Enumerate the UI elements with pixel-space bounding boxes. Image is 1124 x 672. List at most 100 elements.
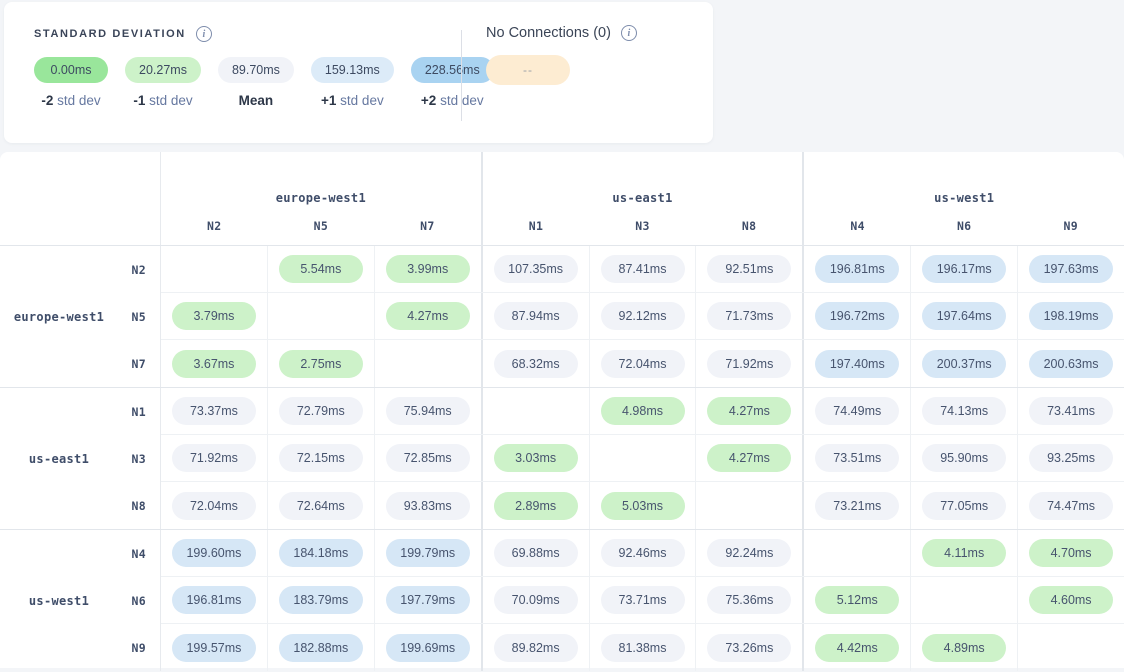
latency-chip[interactable]: 89.82ms	[494, 634, 578, 662]
latency-chip[interactable]: 198.19ms	[1029, 302, 1113, 330]
latency-chip[interactable]: 73.21ms	[815, 492, 899, 520]
latency-chip[interactable]: 75.36ms	[707, 586, 791, 614]
latency-chip[interactable]: 5.54ms	[279, 255, 363, 283]
latency-chip[interactable]: 4.27ms	[707, 397, 791, 425]
latency-chip[interactable]: 182.88ms	[279, 634, 363, 662]
latency-chip[interactable]: 4.70ms	[1029, 539, 1113, 567]
latency-chip[interactable]: 200.37ms	[922, 350, 1006, 378]
latency-chip[interactable]: 71.92ms	[172, 444, 256, 472]
latency-cell: 73.71ms	[590, 577, 697, 623]
column-node-label: N3	[589, 219, 696, 233]
row-group-europe-west1: europe-west1N25.54ms3.99ms107.35ms87.41m…	[0, 246, 1124, 388]
latency-chip[interactable]: 92.51ms	[707, 255, 791, 283]
latency-chip[interactable]: 81.38ms	[601, 634, 685, 662]
latency-chip[interactable]: 3.03ms	[494, 444, 578, 472]
latency-chip[interactable]: 93.83ms	[386, 492, 470, 520]
latency-chip[interactable]: 73.71ms	[601, 586, 685, 614]
row-region-label: us-west1	[0, 530, 118, 671]
column-node-label: N5	[268, 219, 375, 233]
info-icon[interactable]: i	[621, 25, 637, 41]
latency-chip[interactable]: 87.94ms	[494, 302, 578, 330]
latency-chip[interactable]: 72.79ms	[279, 397, 363, 425]
legend-chips: 0.00ms -2 std dev 20.27ms -1 std dev 89.…	[34, 57, 461, 108]
latency-chip[interactable]: 73.26ms	[707, 634, 791, 662]
latency-chip[interactable]: 71.92ms	[707, 350, 791, 378]
latency-chip[interactable]: 92.12ms	[601, 302, 685, 330]
latency-chip[interactable]: 74.49ms	[815, 397, 899, 425]
latency-cell: 87.94ms	[483, 293, 590, 339]
latency-cell: 2.75ms	[268, 340, 375, 387]
latency-chip[interactable]: 2.75ms	[279, 350, 363, 378]
latency-chip[interactable]: 197.40ms	[815, 350, 899, 378]
latency-chip[interactable]: 72.15ms	[279, 444, 363, 472]
legend-label: -1 std dev	[133, 93, 192, 108]
latency-chip[interactable]: 70.09ms	[494, 586, 578, 614]
latency-chip[interactable]: 92.24ms	[707, 539, 791, 567]
latency-chip[interactable]: 4.11ms	[922, 539, 1006, 567]
latency-chip[interactable]: 3.79ms	[172, 302, 256, 330]
latency-chip[interactable]: 74.13ms	[922, 397, 1006, 425]
latency-chip[interactable]: 5.12ms	[815, 586, 899, 614]
latency-chip[interactable]: 4.60ms	[1029, 586, 1113, 614]
legend-chip: 20.27ms	[125, 57, 201, 83]
latency-chip[interactable]: 73.51ms	[815, 444, 899, 472]
latency-chip[interactable]: 69.88ms	[494, 539, 578, 567]
latency-chip[interactable]: 197.79ms	[386, 586, 470, 614]
latency-cell: 92.12ms	[590, 293, 697, 339]
latency-chip[interactable]: 4.98ms	[601, 397, 685, 425]
latency-chip[interactable]: 4.27ms	[707, 444, 791, 472]
latency-chip[interactable]: 196.81ms	[172, 586, 256, 614]
latency-chip[interactable]: 199.79ms	[386, 539, 470, 567]
info-icon[interactable]: i	[196, 26, 212, 42]
latency-chip[interactable]: 107.35ms	[494, 255, 578, 283]
legend-label: -2 std dev	[41, 93, 100, 108]
latency-cell: 4.98ms	[590, 388, 697, 434]
column-region-label: europe-west1	[161, 191, 481, 205]
latency-chip[interactable]: 4.27ms	[386, 302, 470, 330]
latency-chip[interactable]: 73.37ms	[172, 397, 256, 425]
latency-chip[interactable]: 199.57ms	[172, 634, 256, 662]
latency-chip[interactable]: 196.81ms	[815, 255, 899, 283]
matrix-row-N8: N872.04ms72.64ms93.83ms2.89ms5.03ms73.21…	[0, 482, 1124, 529]
latency-cell: 196.81ms	[161, 577, 268, 623]
latency-chip[interactable]: 72.64ms	[279, 492, 363, 520]
latency-chip[interactable]: 74.47ms	[1029, 492, 1113, 520]
latency-chip[interactable]: 200.63ms	[1029, 350, 1113, 378]
latency-chip[interactable]: 197.64ms	[922, 302, 1006, 330]
latency-chip[interactable]: 4.89ms	[922, 634, 1006, 662]
latency-chip[interactable]: 3.99ms	[386, 255, 470, 283]
latency-matrix: europe-west1N2N5N7us-east1N1N3N8us-west1…	[0, 152, 1124, 668]
matrix-row-N3: N371.92ms72.15ms72.85ms3.03ms4.27ms73.51…	[0, 435, 1124, 482]
latency-cell: 183.79ms	[268, 577, 375, 623]
latency-chip[interactable]: 75.94ms	[386, 397, 470, 425]
latency-chip[interactable]: 4.42ms	[815, 634, 899, 662]
latency-chip[interactable]: 93.25ms	[1029, 444, 1113, 472]
column-node-label: N4	[804, 219, 911, 233]
column-node-label: N6	[911, 219, 1018, 233]
latency-chip[interactable]: 184.18ms	[279, 539, 363, 567]
latency-chip[interactable]: 72.04ms	[601, 350, 685, 378]
latency-chip[interactable]: 71.73ms	[707, 302, 791, 330]
latency-chip[interactable]: 87.41ms	[601, 255, 685, 283]
latency-chip[interactable]: 95.90ms	[922, 444, 1006, 472]
latency-chip[interactable]: 77.05ms	[922, 492, 1006, 520]
legend-label: +1 std dev	[321, 93, 384, 108]
latency-chip[interactable]: 68.32ms	[494, 350, 578, 378]
latency-chip[interactable]: 2.89ms	[494, 492, 578, 520]
latency-cell: 87.41ms	[590, 246, 697, 292]
column-node-label: N2	[161, 219, 268, 233]
latency-chip[interactable]: 3.67ms	[172, 350, 256, 378]
latency-chip[interactable]: 197.63ms	[1029, 255, 1113, 283]
latency-chip[interactable]: 199.60ms	[172, 539, 256, 567]
latency-chip[interactable]: 199.69ms	[386, 634, 470, 662]
latency-cell: 72.15ms	[268, 435, 375, 481]
latency-chip[interactable]: 196.17ms	[922, 255, 1006, 283]
latency-chip[interactable]: 183.79ms	[279, 586, 363, 614]
latency-chip[interactable]: 72.85ms	[386, 444, 470, 472]
latency-chip[interactable]: 73.41ms	[1029, 397, 1113, 425]
latency-chip[interactable]: 72.04ms	[172, 492, 256, 520]
latency-chip[interactable]: 196.72ms	[815, 302, 899, 330]
latency-chip[interactable]: 92.46ms	[601, 539, 685, 567]
latency-cell: 196.72ms	[804, 293, 911, 339]
latency-chip[interactable]: 5.03ms	[601, 492, 685, 520]
